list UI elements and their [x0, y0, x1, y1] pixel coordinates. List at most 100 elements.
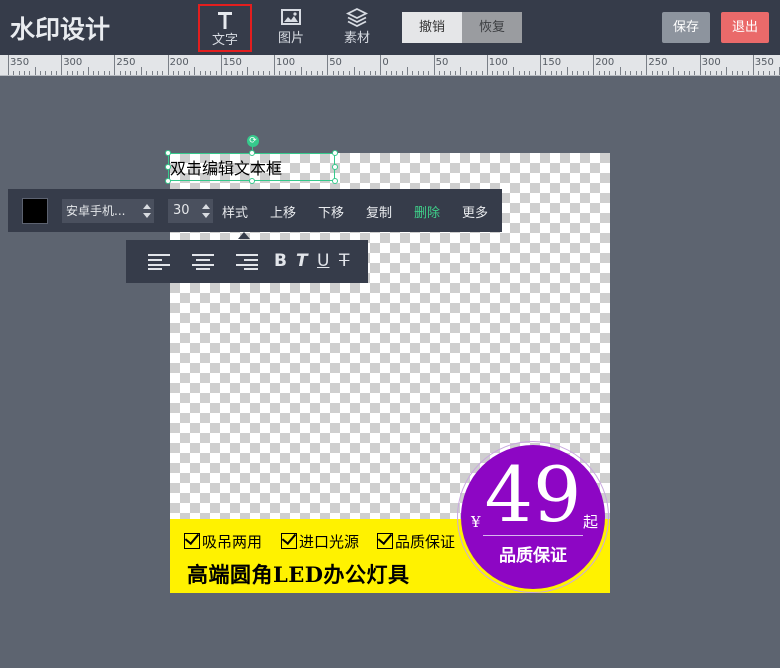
ruler-tick — [593, 55, 595, 75]
selected-text[interactable]: 双击编辑文本框 — [170, 155, 282, 179]
copy-button[interactable]: 复制 — [366, 202, 392, 221]
ruler-tick — [82, 71, 84, 75]
ruler-tick — [401, 71, 403, 75]
ruler-label: 100 — [276, 57, 296, 68]
ruler-tick — [694, 71, 696, 75]
ruler-tick — [380, 55, 382, 75]
font-select-value: 安卓手机... — [66, 204, 126, 218]
ruler-tick — [603, 71, 605, 75]
ruler-tick — [391, 71, 392, 75]
ruler-label: 150 — [222, 57, 242, 68]
resize-handle[interactable] — [332, 178, 338, 184]
ruler-tick — [119, 71, 121, 75]
exit-button[interactable]: 退出 — [721, 12, 769, 43]
ruler-label: 300 — [63, 57, 83, 68]
ruler-tick — [385, 71, 387, 75]
ruler-tick — [470, 71, 472, 75]
font-size-select[interactable]: 30 — [168, 199, 213, 223]
style-button[interactable]: 样式 — [222, 202, 248, 221]
more-button[interactable]: 更多 — [462, 202, 488, 221]
resize-handle[interactable] — [249, 150, 255, 156]
ruler-tick — [449, 71, 451, 75]
ruler-tick — [300, 67, 302, 75]
feature-item[interactable]: 品质保证 — [377, 531, 455, 552]
ruler-tick — [438, 71, 440, 75]
strikethrough-icon[interactable]: T — [339, 251, 349, 271]
ruler-tick — [481, 71, 483, 75]
price-badge[interactable]: 49 ¥ 起 品质保证 — [461, 445, 605, 589]
ruler-tick — [284, 71, 286, 75]
resize-handle[interactable] — [165, 150, 171, 156]
product-title[interactable]: 高端圆角LED办公灯具 — [187, 559, 409, 589]
ruler-tick — [673, 67, 674, 75]
delete-button[interactable]: 删除 — [414, 202, 440, 221]
ruler-tick — [194, 67, 196, 75]
feature-item[interactable]: 吸吊两用 — [184, 531, 262, 552]
ruler-tick — [635, 71, 637, 75]
updown-icon — [143, 204, 151, 218]
ruler-tick — [146, 71, 148, 75]
format-toolbar: B T U T — [126, 240, 368, 283]
image-tool-label: 图片 — [277, 31, 304, 46]
ruler-tick — [646, 55, 648, 75]
ruler-tick — [162, 71, 164, 75]
horizontal-ruler: 350 300 250 200 150 100 50 0 50 100 150 200 250 300 35… — [0, 55, 780, 76]
ruler-tick — [263, 71, 265, 75]
resize-handle[interactable] — [165, 164, 171, 170]
font-select[interactable]: 安卓手机... — [62, 199, 154, 223]
currency-symbol: ¥ — [471, 513, 481, 531]
rotate-handle-icon[interactable]: ⟳ — [247, 135, 259, 147]
ruler-tick — [683, 71, 685, 75]
text-tool-button[interactable]: 文字 — [198, 4, 252, 52]
ruler-tick — [39, 71, 41, 75]
ruler-tick — [433, 55, 435, 75]
text-toolbar: 安卓手机... 30 样式 上移 下移 复制 删除 更多 — [8, 189, 502, 232]
align-left-icon[interactable] — [148, 254, 170, 270]
save-button[interactable]: 保存 — [662, 12, 710, 43]
ruler-tick — [66, 71, 68, 75]
ruler-tick — [502, 71, 504, 75]
ruler-tick — [210, 71, 212, 75]
ruler-tick — [295, 71, 297, 75]
ruler-tick — [428, 71, 430, 75]
ruler-tick — [577, 71, 579, 75]
move-up-button[interactable]: 上移 — [270, 202, 296, 221]
move-down-button[interactable]: 下移 — [318, 202, 344, 221]
ruler-tick — [231, 71, 233, 75]
ruler-tick — [55, 71, 57, 75]
image-icon — [264, 7, 318, 31]
color-swatch[interactable] — [22, 198, 48, 224]
bold-icon[interactable]: B — [274, 251, 287, 271]
ruler-tick — [704, 71, 706, 75]
ruler-label: 200 — [595, 57, 615, 68]
resize-handle[interactable] — [332, 150, 338, 156]
redo-button[interactable]: 恢复 — [462, 12, 522, 43]
ruler-tick — [667, 71, 669, 75]
image-tool-button[interactable]: 图片 — [264, 4, 318, 52]
italic-icon[interactable]: T — [296, 251, 308, 271]
align-center-icon[interactable] — [192, 254, 214, 270]
ruler-tick — [582, 71, 584, 75]
ruler-tick — [18, 71, 20, 75]
ruler-tick — [13, 71, 15, 75]
ruler-tick — [268, 71, 270, 75]
ruler-tick — [699, 55, 701, 75]
ruler-tick — [343, 71, 345, 75]
undo-button[interactable]: 撤销 — [402, 12, 462, 43]
resize-handle[interactable] — [249, 178, 255, 184]
underline-icon[interactable]: U — [317, 251, 329, 271]
resize-handle[interactable] — [165, 178, 171, 184]
feature-item[interactable]: 进口光源 — [281, 531, 359, 552]
ruler-tick — [486, 55, 488, 75]
ruler-tick — [375, 71, 377, 75]
ruler-tick — [247, 67, 249, 75]
align-right-icon[interactable] — [236, 254, 258, 270]
ruler-tick — [518, 71, 520, 75]
ruler-tick — [178, 71, 180, 75]
ruler-tick — [130, 71, 132, 75]
material-tool-button[interactable]: 素材 — [330, 4, 384, 52]
resize-handle[interactable] — [332, 164, 338, 170]
ruler-tick — [651, 71, 653, 75]
ruler-tick — [657, 71, 658, 75]
ruler-tick — [476, 71, 478, 75]
